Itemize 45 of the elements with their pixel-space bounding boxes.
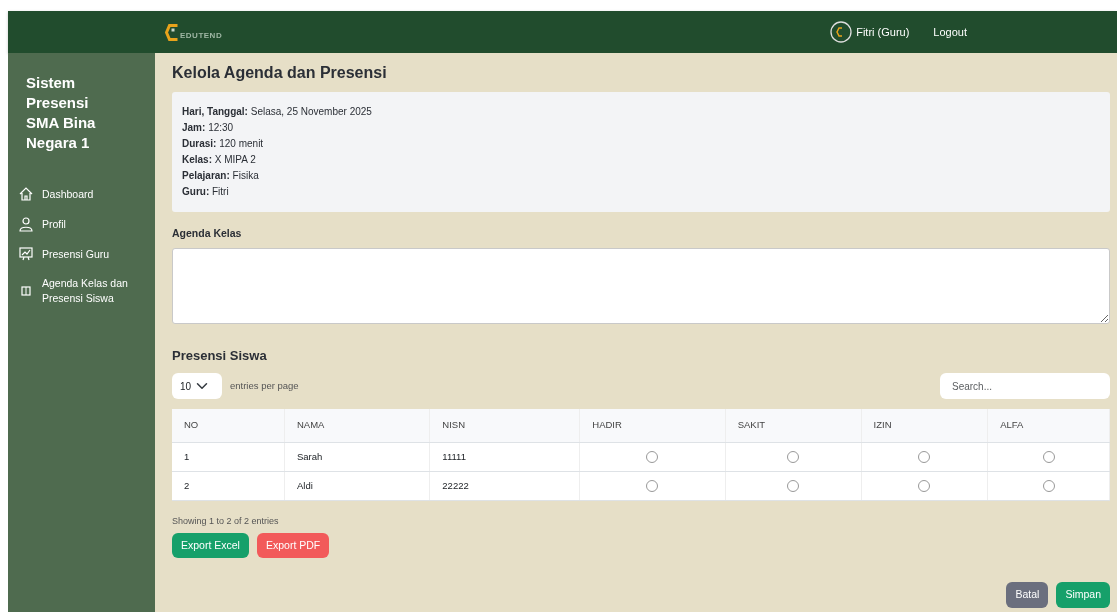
table-cell: 2 <box>172 471 285 501</box>
info-line: Hari, Tanggal: Selasa, 25 November 2025 <box>182 105 373 120</box>
agenda-field[interactable] <box>172 247 1110 324</box>
export-pdf-button[interactable]: Export PDF <box>256 532 330 559</box>
page-size-select[interactable]: 10 <box>172 373 222 400</box>
sidebar-item[interactable]: Dashboard <box>18 179 145 209</box>
export-excel-button[interactable]: Export Excel <box>172 532 249 559</box>
sidebar-item[interactable]: Presensi Guru <box>18 239 145 269</box>
column-header: NISN <box>429 409 580 443</box>
save-button[interactable]: Simpan <box>1056 582 1110 608</box>
info-line: Guru: Fitri <box>182 185 230 200</box>
board-icon <box>18 246 34 262</box>
user-icon <box>18 216 34 232</box>
table-cell: 11111 <box>429 442 580 472</box>
table-cell: 22222 <box>429 471 580 501</box>
sidebar-item[interactable]: Profil <box>18 209 145 239</box>
column-header: NO <box>172 409 285 443</box>
brand-name: EDUTEND <box>180 30 223 42</box>
page-size-label: entries per page <box>230 379 299 394</box>
sidebar-title: Sistem Presensi SMA Bina Negara 1 <box>25 73 97 153</box>
logo-icon <box>165 23 178 41</box>
logout-link[interactable]: Logout <box>933 23 967 41</box>
sidebar-item[interactable]: Agenda Kelas dan Presensi Siswa <box>18 269 145 313</box>
section-title: Presensi Siswa <box>172 346 268 365</box>
info-line: Pelajaran: Fisika <box>182 169 260 184</box>
column-header: HADIR <box>579 409 726 443</box>
column-header: ALFA <box>987 409 1110 443</box>
search-field[interactable]: Search... <box>940 373 1110 400</box>
entries-info: Showing 1 to 2 of 2 entries <box>172 515 280 529</box>
field-label: Agenda Kelas <box>172 226 243 242</box>
column-header: NAMA <box>284 409 430 443</box>
table-cell: Sarah <box>284 442 430 472</box>
table-cell: 1 <box>172 442 285 472</box>
info-line: Kelas: X MIPA 2 <box>182 153 257 168</box>
column-header: SAKIT <box>725 409 862 443</box>
avatar-icon <box>830 21 853 43</box>
info-line: Durasi: 120 menit <box>182 137 265 152</box>
cancel-button[interactable]: Batal <box>1006 582 1049 608</box>
column-header: IZIN <box>861 409 988 443</box>
home-icon <box>18 186 34 202</box>
book-icon <box>18 283 34 299</box>
page-title: Kelola Agenda dan Presensi <box>172 63 388 83</box>
user-name: Fitri (Guru) <box>856 24 910 40</box>
info-line: Jam: 12:30 <box>182 121 235 136</box>
table-cell: Aldi <box>284 471 430 501</box>
